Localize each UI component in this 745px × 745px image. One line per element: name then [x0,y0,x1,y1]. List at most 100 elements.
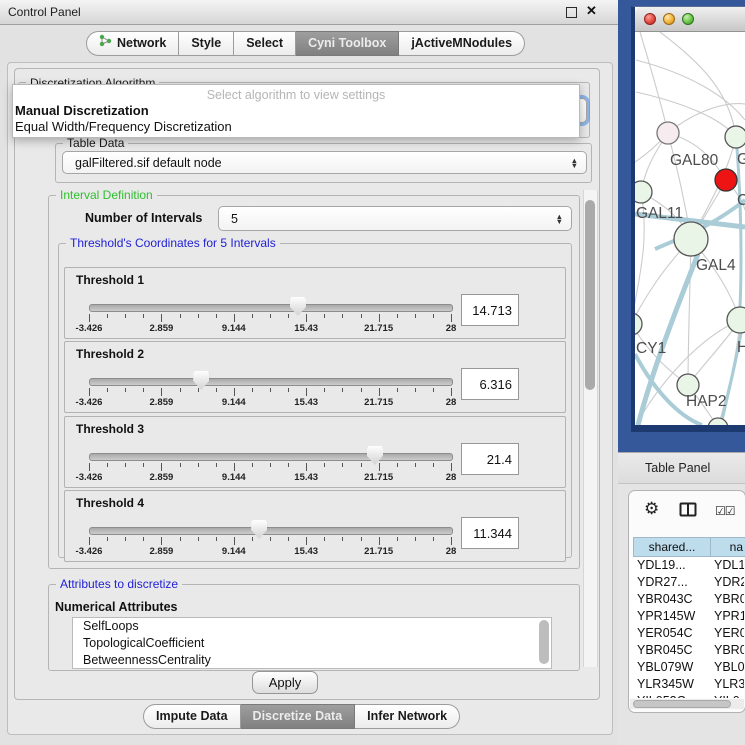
threshold-label: Threshold 3 [76,422,144,436]
table-row[interactable]: YDL19... YDL1 [630,557,744,574]
table-row[interactable]: YPR145W YPR1 [630,608,744,625]
column-header-shared-name[interactable]: shared... [633,537,711,557]
node-gal80[interactable] [657,122,679,144]
node-gal11[interactable] [635,181,652,203]
tab-style[interactable]: Style [179,31,234,56]
dropdown-item-manual-discretization[interactable]: Manual Discretization [15,103,149,118]
node-top-right[interactable] [725,126,745,148]
table-cell-shared-name[interactable]: YBL079W [637,659,709,676]
table-cell-shared-name[interactable]: YDL19... [637,557,709,574]
table-hscrollbar-track[interactable] [630,699,744,709]
table-row[interactable]: YBL079W YBL0 [630,659,744,676]
slider-tick [451,314,452,322]
table-cell-name[interactable]: YDL1 [714,557,744,574]
minimize-traffic-light-icon[interactable] [663,13,675,25]
node-bottom[interactable] [708,418,728,425]
table-hscrollbar-thumb[interactable] [633,700,731,708]
slider-track[interactable] [89,304,453,312]
table-cell-name[interactable]: YPR1 [714,608,744,625]
attributes-list-scrollbar-thumb[interactable] [539,620,549,664]
threshold-value-field[interactable]: 21.4 [461,443,519,475]
close-traffic-light-icon[interactable] [644,13,656,25]
node-gal4[interactable] [674,222,708,256]
tab-network[interactable]: Network [86,31,179,56]
select-columns-checkboxes-icon[interactable]: ☑☑ [715,504,735,518]
tab-infer-network[interactable]: Infer Network [355,704,460,729]
slider-tick [361,463,362,467]
table-cell-shared-name[interactable]: YBR045C [637,642,709,659]
node-red[interactable] [715,169,737,191]
column-header-name[interactable]: na [710,537,745,557]
table-cell-name[interactable]: YBL0 [714,659,744,676]
dropdown-item-equal-width-frequency[interactable]: Equal Width/Frequency Discretization [15,119,232,134]
network-edge[interactable] [660,32,736,137]
slider-thumb[interactable] [193,371,209,390]
network-view[interactable]: GAL80GGAL11CGAL4GCY1HHAP2 [635,32,745,425]
table-row[interactable]: YBR043C YBR0 [630,591,744,608]
table-cell-shared-name[interactable]: YER054C [637,625,709,642]
table-cell-name[interactable]: YDR2 [714,574,744,591]
tab-select[interactable]: Select [234,31,296,56]
tab-discretize-data[interactable]: Discretize Data [241,704,356,729]
table-row[interactable]: YDR27... YDR2 [630,574,744,591]
table-cell-shared-name[interactable]: YBR043C [637,591,709,608]
close-icon[interactable]: ✕ [586,3,597,19]
slider-track[interactable] [89,378,453,386]
attribute-list-item[interactable]: TopologicalCoefficient [73,635,551,652]
slider-tick-label: 15.43 [276,546,336,557]
attribute-list-item[interactable]: BetweennessCentrality [73,652,551,669]
table-row[interactable]: YER054C YER0 [630,625,744,642]
settings-scrollbar-thumb[interactable] [585,200,595,390]
tab-jactivemnodules[interactable]: jActiveMNodules [399,31,525,56]
table-row[interactable]: YBR045C YBR0 [630,642,744,659]
network-edge[interactable] [636,60,745,120]
network-window-titlebar[interactable] [635,7,745,32]
threshold-label: Threshold 2 [76,347,144,361]
number-of-intervals-combobox[interactable]: 5 ▲▼ [218,206,572,231]
table-cell-shared-name[interactable]: YPR145W [637,608,709,625]
table-cell-shared-name[interactable]: YIL052C [637,693,709,698]
split-columns-icon[interactable] [679,502,697,522]
slider-thumb[interactable] [367,446,383,465]
gear-icon[interactable]: ⚙ [644,500,659,517]
table-cell-name[interactable]: YIL0 [714,693,744,698]
slider-track[interactable] [89,527,453,535]
tab-impute-data[interactable]: Impute Data [143,704,241,729]
zoom-traffic-light-icon[interactable] [682,13,694,25]
slider-tick [415,463,416,467]
apply-button[interactable]: Apply [252,671,318,694]
table-panel-titlebar: Table Panel [618,452,745,484]
table-cell-name[interactable]: YBR0 [714,591,744,608]
table-cell-shared-name[interactable]: YDR27... [637,574,709,591]
network-edge[interactable] [688,239,691,385]
table-cell-shared-name[interactable]: YLR345W [637,676,709,693]
slider-tick [143,463,144,467]
network-edge[interactable] [640,32,668,133]
table-cell-name[interactable]: YLR3 [714,676,744,693]
slider-thumb[interactable] [290,297,306,316]
table-data-combobox[interactable]: galFiltered.sif default node ▲▼ [62,151,587,174]
attributes-group-title: Attributes to discretize [56,577,182,591]
table-cell-name[interactable]: YBR0 [714,642,744,659]
slider-tick [270,463,271,467]
node-table-rows[interactable]: YDL19...YDL1YDR27...YDR2YBR043CYBR0YPR14… [630,557,744,698]
slider-track[interactable] [89,453,453,461]
slider-tick-label: -3.426 [59,397,119,408]
network-edge[interactable] [636,92,736,137]
slider-tick [198,314,199,318]
table-row[interactable]: YLR345W YLR3 [630,676,744,693]
node-gcy1[interactable] [635,313,642,335]
attribute-list-item[interactable]: SelfLoops [73,618,551,635]
threshold-value-field[interactable]: 11.344 [461,517,519,549]
slider-tick-label: 15.43 [276,472,336,483]
tab-cyni-toolbox[interactable]: Cyni Toolbox [296,31,399,56]
threshold-value-field[interactable]: 14.713 [461,294,519,326]
node-h[interactable] [727,307,745,333]
threshold-value-field[interactable]: 6.316 [461,368,519,400]
table-cell-name[interactable]: YER0 [714,625,744,642]
numerical-attributes-list[interactable]: SelfLoopsTopologicalCoefficientBetweenne… [72,617,552,669]
table-row[interactable]: YIL052C YIL0 [630,693,744,698]
slider-tick [180,388,181,392]
float-window-icon[interactable] [566,7,577,18]
slider-thumb[interactable] [251,520,267,539]
